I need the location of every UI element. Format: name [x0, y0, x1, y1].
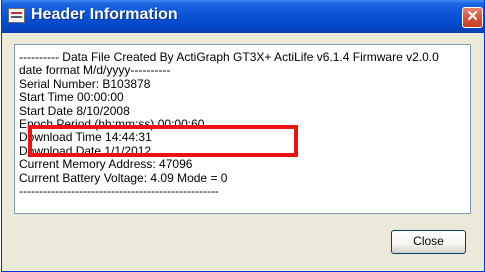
close-button[interactable]: Close	[391, 230, 466, 254]
highlight-box	[28, 125, 298, 157]
title-bar[interactable]: Header Information ✕	[2, 0, 484, 33]
window-title: Header Information	[31, 6, 178, 23]
header-line: Current Memory Address: 47096	[19, 157, 193, 172]
header-line: Start Time 00:00:00	[19, 90, 124, 105]
header-line: Start Date 8/10/2008	[19, 103, 130, 118]
header-line: Current Battery Voltage: 4.09 Mode = 0	[19, 170, 228, 185]
header-line: ----------------------------------------…	[19, 183, 219, 198]
app-icon-stripe	[11, 16, 22, 18]
header-line: Serial Number: B103878	[19, 76, 151, 91]
close-icon[interactable]: ✕	[462, 7, 483, 28]
app-icon-stripe	[11, 12, 22, 14]
header-line: date format M/d/yyyy----------	[19, 63, 171, 78]
app-icon	[8, 8, 25, 23]
header-line: ---------- Data File Created By ActiGrap…	[19, 50, 439, 64]
